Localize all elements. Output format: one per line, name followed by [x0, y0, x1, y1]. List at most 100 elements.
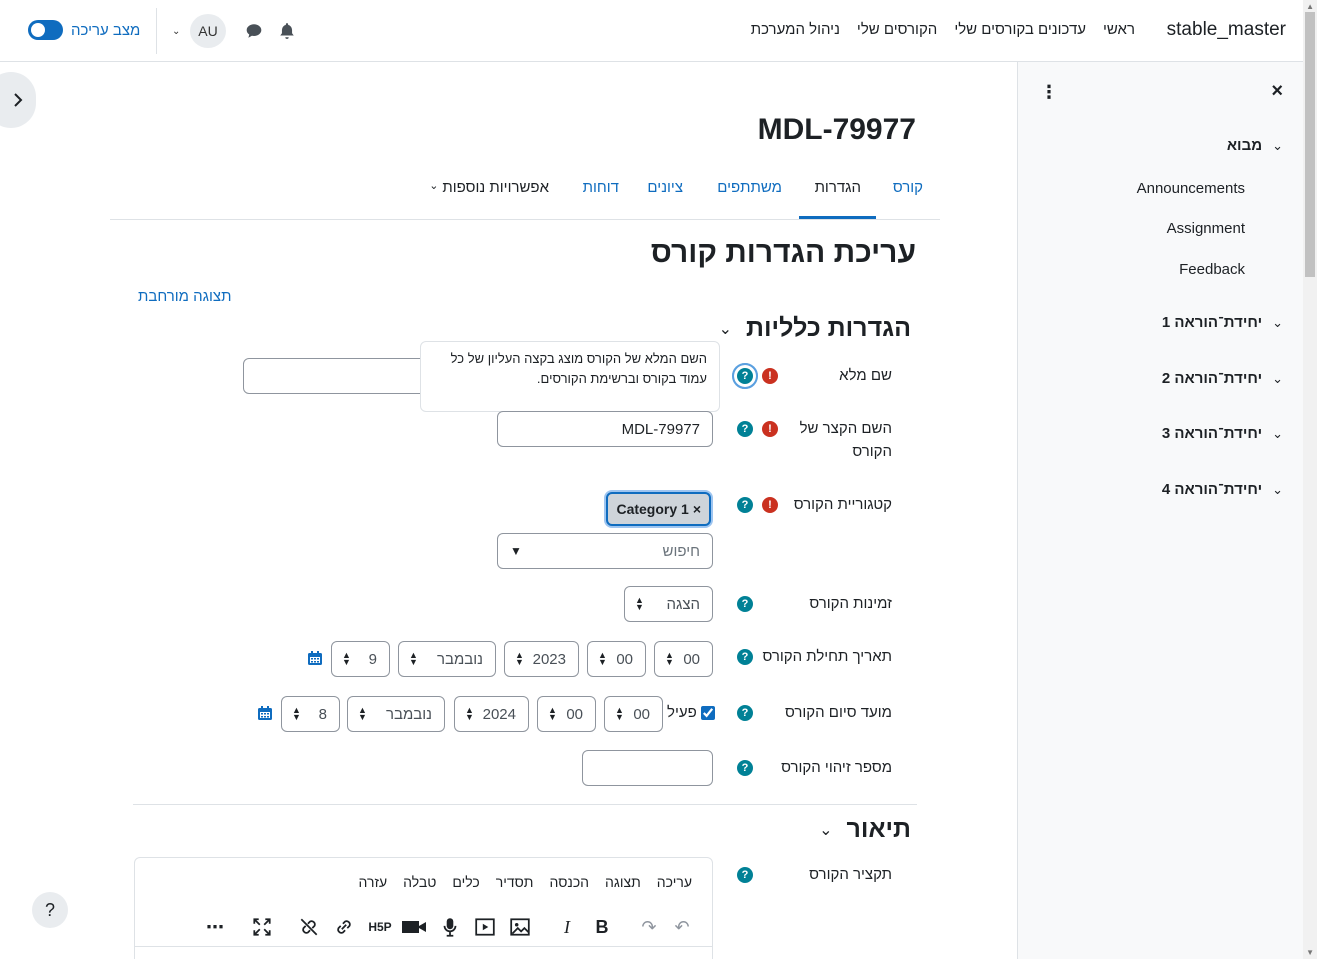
visibility-select[interactable]: הצגה ▲ ▼	[624, 586, 713, 622]
section-general-title[interactable]: הגדרות כלליות	[746, 314, 911, 343]
drawer-section-label[interactable]: יחידת־הוראה 1	[1162, 314, 1262, 331]
link-icon[interactable]	[333, 916, 355, 938]
category-search-input[interactable]: חיפוש ▼	[497, 533, 713, 569]
start-day-select[interactable]: 9 ▲ ▼	[331, 641, 390, 677]
user-avatar[interactable]: AU	[190, 14, 226, 48]
notifications-bell-icon[interactable]	[278, 22, 296, 40]
start-month-select[interactable]: נובמבר ▲ ▼	[398, 641, 496, 677]
chevron-down-icon[interactable]: ⌄	[1272, 371, 1283, 387]
end-date-enabled[interactable]: פעיל	[667, 704, 715, 721]
end-date-enabled-checkbox[interactable]	[700, 705, 715, 720]
nav-my-courses[interactable]: הקורסים שלי	[857, 21, 937, 38]
h5p-icon[interactable]: H5P	[367, 916, 393, 938]
start-year-select[interactable]: 2023 ▲ ▼	[504, 641, 579, 677]
redo-icon[interactable]: ↷	[638, 916, 660, 938]
drawer-section-label[interactable]: מבוא	[1227, 137, 1262, 154]
end-minute-select[interactable]: 00 ▲ ▼	[604, 696, 663, 732]
media-icon[interactable]	[474, 916, 496, 938]
kebab-menu-icon[interactable]: ⋮	[1040, 82, 1058, 103]
tab-reports[interactable]: דוחות	[583, 179, 619, 196]
chevron-down-icon[interactable]: ⌄	[1272, 315, 1283, 331]
help-icon[interactable]: ?	[732, 363, 758, 389]
tab-more[interactable]: אפשרויות נוספות ⌄	[429, 179, 549, 196]
page-scrollbar[interactable]: ▲ ▼	[1303, 0, 1317, 959]
help-icon[interactable]: ?	[737, 649, 753, 665]
calendar-icon[interactable]	[307, 650, 323, 666]
unlink-icon[interactable]	[298, 916, 320, 938]
image-icon[interactable]	[509, 916, 531, 938]
help-icon[interactable]: ?	[737, 705, 753, 721]
more-options-icon[interactable]: ⋯	[204, 916, 226, 938]
microphone-icon[interactable]	[439, 916, 461, 938]
open-block-drawer-button[interactable]	[0, 72, 36, 128]
edit-mode-toggle[interactable]: מצב עריכה	[28, 20, 140, 40]
dropdown-triangle-icon[interactable]: ▼	[510, 544, 522, 558]
drawer-item-feedback[interactable]: Feedback	[1179, 261, 1245, 278]
help-icon[interactable]: ?	[737, 867, 753, 883]
drawer-section-label[interactable]: יחידת־הוראה 3	[1162, 425, 1262, 442]
remove-category-icon[interactable]: ×	[693, 501, 701, 517]
site-brand[interactable]: stable_master	[1167, 19, 1286, 41]
help-icon[interactable]: ?	[737, 596, 753, 612]
drawer-section-label[interactable]: יחידת־הוראה 2	[1162, 370, 1262, 387]
undo-icon[interactable]: ↶	[671, 916, 693, 938]
tab-more-label[interactable]: אפשרויות נוספות	[442, 179, 549, 196]
tab-settings[interactable]: הגדרות	[815, 179, 861, 196]
italic-icon[interactable]: I	[556, 916, 578, 938]
messages-chat-icon[interactable]	[245, 22, 263, 40]
section-description-title[interactable]: תיאור	[847, 815, 912, 844]
menu-insert[interactable]: הכנסה	[549, 874, 589, 890]
drawer-section-unit-2[interactable]: ⌄ יחידת־הוראה 2	[1162, 370, 1283, 387]
edit-mode-switch[interactable]	[28, 20, 63, 40]
chevron-down-icon[interactable]: ⌄	[719, 319, 732, 339]
drawer-section-intro[interactable]: ⌄ מבוא	[1227, 137, 1283, 154]
tab-grades[interactable]: ציונים	[647, 179, 683, 196]
shortname-input[interactable]: MDL-79977	[497, 411, 713, 447]
scroll-up-arrow-icon[interactable]: ▲	[1306, 2, 1314, 11]
drawer-section-unit-3[interactable]: ⌄ יחידת־הוראה 3	[1162, 425, 1283, 442]
end-date-enabled-label[interactable]: פעיל	[667, 704, 697, 721]
end-day-select[interactable]: 8 ▲ ▼	[281, 696, 340, 732]
drawer-section-label[interactable]: יחידת־הוראה 4	[1162, 481, 1262, 498]
help-icon[interactable]: ?	[737, 421, 753, 437]
chevron-down-icon[interactable]: ⌄	[1272, 482, 1283, 498]
help-icon[interactable]: ?	[737, 760, 753, 776]
fullscreen-icon[interactable]	[251, 916, 273, 938]
tab-participants[interactable]: משתתפים	[717, 179, 782, 196]
edit-mode-label[interactable]: מצב עריכה	[71, 22, 140, 39]
category-badge[interactable]: Category 1 ×	[606, 492, 711, 526]
chevron-down-icon[interactable]: ⌄	[1272, 426, 1283, 442]
section-general-header[interactable]: הגדרות כלליות ⌄	[719, 314, 911, 343]
video-camera-icon[interactable]	[401, 916, 427, 938]
summary-editor[interactable]: עריכה תצוגה הכנסה תסדיר כלים טבלה עזרה ↶…	[134, 857, 713, 959]
start-hour-select[interactable]: 00 ▲ ▼	[587, 641, 646, 677]
start-minute-select[interactable]: 00 ▲ ▼	[654, 641, 713, 677]
drawer-section-unit-1[interactable]: ⌄ יחידת־הוראה 1	[1162, 314, 1283, 331]
menu-help[interactable]: עזרה	[359, 874, 388, 890]
chevron-down-icon[interactable]: ⌄	[1272, 138, 1283, 154]
idnumber-input[interactable]	[582, 750, 713, 786]
footer-help-button[interactable]: ?	[32, 892, 68, 928]
help-icon[interactable]: ?	[737, 497, 753, 513]
drawer-section-unit-4[interactable]: ⌄ יחידת־הוראה 4	[1162, 481, 1283, 498]
bold-icon[interactable]: B	[591, 916, 613, 938]
end-year-select[interactable]: 2024 ▲ ▼	[454, 696, 529, 732]
chevron-down-icon[interactable]: ⌄	[819, 820, 832, 840]
menu-tools[interactable]: כלים	[452, 874, 479, 890]
menu-view[interactable]: תצוגה	[605, 874, 641, 890]
end-month-select[interactable]: נובמבר ▲ ▼	[347, 696, 445, 732]
menu-table[interactable]: טבלה	[403, 874, 436, 890]
chevron-down-icon[interactable]: ⌄	[429, 179, 438, 196]
tab-course[interactable]: קורס	[893, 179, 923, 196]
scroll-down-arrow-icon[interactable]: ▼	[1306, 948, 1314, 957]
drawer-item-announcements[interactable]: Announcements	[1137, 180, 1245, 197]
expand-all-link[interactable]: תצוגה מורחבת	[138, 288, 231, 305]
nav-dashboard[interactable]: עדכונים בקורסים שלי	[954, 21, 1086, 38]
nav-site-admin[interactable]: ניהול המערכת	[751, 21, 840, 38]
close-drawer-icon[interactable]: ×	[1271, 80, 1283, 103]
calendar-icon[interactable]	[257, 705, 273, 721]
end-hour-select[interactable]: 00 ▲ ▼	[537, 696, 596, 732]
menu-edit[interactable]: עריכה	[657, 874, 692, 890]
user-menu-chevron-down-icon[interactable]: ⌄	[172, 26, 180, 37]
drawer-item-assignment[interactable]: Assignment	[1167, 220, 1245, 237]
